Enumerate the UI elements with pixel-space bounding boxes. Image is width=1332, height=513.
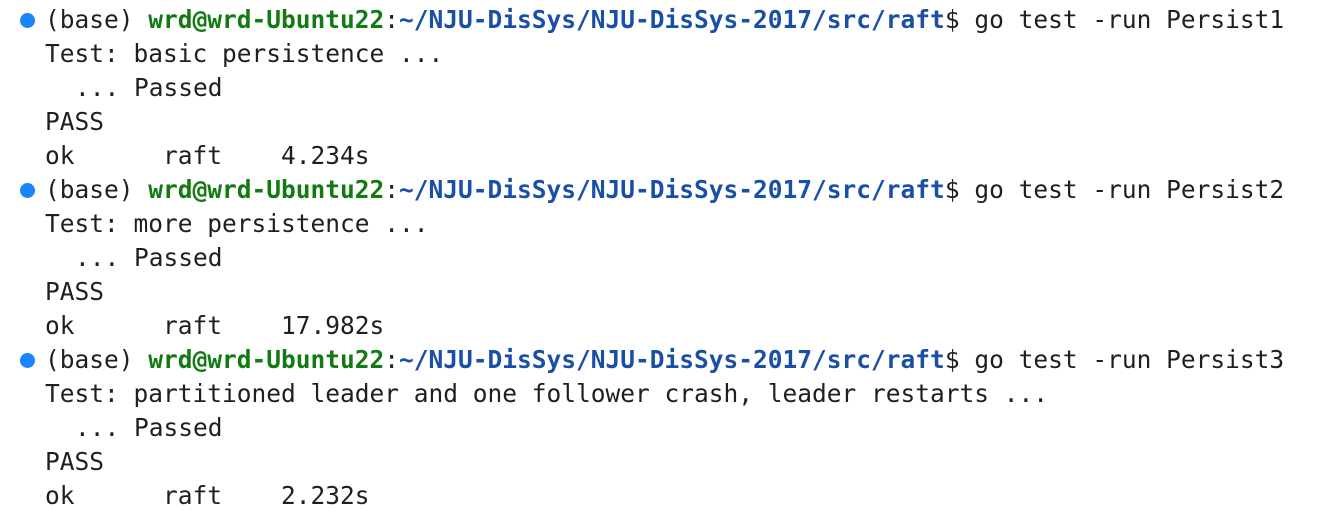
- user-host: wrd@wrd-Ubuntu22: [148, 175, 385, 204]
- user-host: wrd@wrd-Ubuntu22: [148, 345, 385, 374]
- output-test-line: Test: basic persistence ...: [45, 39, 444, 68]
- command-text: go test -run Persist3: [974, 345, 1285, 374]
- conda-env: (base): [45, 175, 149, 204]
- output-result-line: ok raft 2.232s: [45, 481, 370, 510]
- user-host: wrd@wrd-Ubuntu22: [148, 5, 385, 34]
- working-directory: ~/NJU-DisSys/NJU-DisSys-2017/src/raft: [399, 345, 945, 374]
- prompt-symbol: $: [944, 175, 975, 204]
- output-passed-line: ... Passed: [75, 243, 223, 272]
- prompt-colon: :: [384, 175, 400, 204]
- command-status-dot-icon[interactable]: [20, 353, 35, 368]
- command-prompt-line: (base) wrd@wrd-Ubuntu22:~/NJU-DisSys/NJU…: [0, 173, 1332, 207]
- output-result-line: ok raft 4.234s: [45, 141, 370, 170]
- prompt-colon: :: [384, 5, 400, 34]
- output-result-line: ok raft 17.982s: [45, 311, 385, 340]
- command-text: go test -run Persist1: [974, 5, 1285, 34]
- conda-env: (base): [45, 5, 149, 34]
- output-passed-line: ... Passed: [75, 413, 223, 442]
- output-passed-line: ... Passed: [75, 73, 223, 102]
- working-directory: ~/NJU-DisSys/NJU-DisSys-2017/src/raft: [399, 175, 945, 204]
- working-directory: ~/NJU-DisSys/NJU-DisSys-2017/src/raft: [399, 5, 945, 34]
- output-test-line: Test: partitioned leader and one followe…: [45, 379, 1049, 408]
- output-pass-line: PASS: [45, 277, 105, 306]
- terminal-output[interactable]: (base) wrd@wrd-Ubuntu22:~/NJU-DisSys/NJU…: [0, 3, 1332, 513]
- output-pass-line: PASS: [45, 107, 105, 136]
- command-prompt-line: (base) wrd@wrd-Ubuntu22:~/NJU-DisSys/NJU…: [0, 343, 1332, 377]
- prompt-symbol: $: [944, 5, 975, 34]
- output-pass-line: PASS: [45, 447, 105, 476]
- prompt-colon: :: [384, 345, 400, 374]
- output-test-line: Test: more persistence ...: [45, 209, 429, 238]
- prompt-symbol: $: [944, 345, 975, 374]
- command-text: go test -run Persist2: [974, 175, 1285, 204]
- conda-env: (base): [45, 345, 149, 374]
- command-status-dot-icon[interactable]: [20, 183, 35, 198]
- command-prompt-line: (base) wrd@wrd-Ubuntu22:~/NJU-DisSys/NJU…: [0, 3, 1332, 37]
- command-status-dot-icon[interactable]: [20, 13, 35, 28]
